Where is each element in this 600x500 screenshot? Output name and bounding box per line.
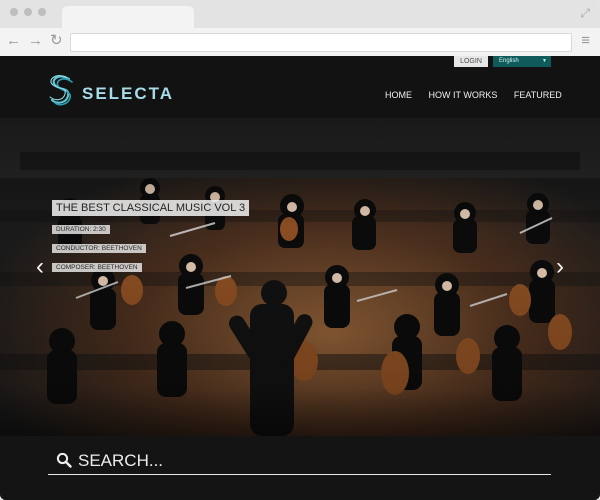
hero-slider: THE BEST CLASSICAL MUSIC VOL 3 DURATION:… [0,118,600,436]
search-section [0,436,600,500]
close-dot-icon[interactable] [10,8,18,16]
window-controls [10,8,46,16]
nav-how-it-works[interactable]: HOW IT WORKS [429,90,498,100]
search-underline [48,474,551,475]
slide-duration-row: DURATION: 2:30 [52,218,249,236]
nav-home[interactable]: HOME [385,90,412,100]
nav-featured[interactable]: FEATURED [514,90,562,100]
site-header: LOGIN English ▼ SELECTA HOME HOW IT WORK… [0,56,600,118]
main-nav: HOME HOW IT WORKS FEATURED [385,90,576,100]
zoom-dot-icon[interactable] [38,8,46,16]
slide-conductor: CONDUCTOR: BEETHOVEN [52,244,146,253]
refresh-icon[interactable]: ↻ [50,33,63,49]
slide-composer: COMPOSER: BEETHOVEN [52,263,142,272]
orchestra-photo [0,118,600,436]
browser-toolbar: ← → ↻ ≡ [0,28,600,57]
chevron-right-icon[interactable]: › [556,255,564,279]
language-value: English [499,58,519,64]
chevron-left-icon[interactable]: ‹ [36,255,44,279]
website: LOGIN English ▼ SELECTA HOME HOW IT WORK… [0,56,600,500]
logo-mark-icon [49,75,73,106]
slide-duration: DURATION: 2:30 [52,225,110,234]
back-icon[interactable]: ← [6,33,21,49]
expand-icon[interactable]: ⤢ [580,6,590,21]
browser-titlebar: ⤢ [0,0,600,28]
search-icon[interactable] [56,452,72,468]
brand-logo[interactable]: SELECTA [48,73,178,113]
brand-name: SELECTA [82,84,175,103]
language-select[interactable]: English ▼ [493,56,551,67]
browser-window: ⤢ ← → ↻ ≡ LOGIN English ▼ SELECTA HOME H… [0,0,600,500]
search-input[interactable] [78,452,548,470]
slide-composer-row: COMPOSER: BEETHOVEN [52,256,249,274]
forward-icon[interactable]: → [28,33,43,49]
login-button[interactable]: LOGIN [454,56,488,67]
browser-tab[interactable] [62,6,194,28]
address-bar[interactable] [70,33,572,52]
slide-conductor-row: CONDUCTOR: BEETHOVEN [52,237,249,255]
slide-caption: THE BEST CLASSICAL MUSIC VOL 3 DURATION:… [52,198,250,274]
browser-menu-icon[interactable]: ≡ [581,32,590,49]
minimize-dot-icon[interactable] [24,8,32,16]
slide-title: THE BEST CLASSICAL MUSIC VOL 3 [52,200,250,216]
dropdown-arrow-icon: ▼ [542,58,547,64]
search-bar [48,452,551,475]
